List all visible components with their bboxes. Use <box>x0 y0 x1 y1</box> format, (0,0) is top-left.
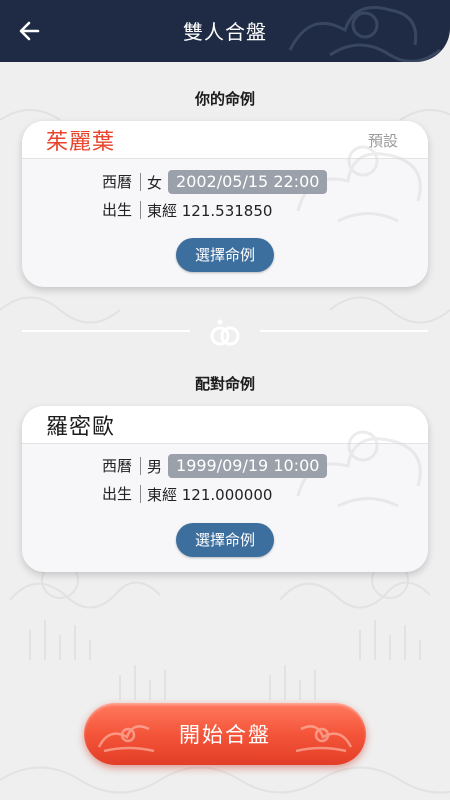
my-chart-card: 茱麗葉 預設 西曆 女 2002/05/15 22:00 出生 東經 121.5… <box>22 121 428 287</box>
partner-chart-name: 羅密歐 <box>46 415 116 440</box>
partner-chart-calendar-row: 西曆 男 1999/09/19 10:00 <box>102 453 328 479</box>
my-chart-select-button[interactable]: 選擇命例 <box>176 238 274 272</box>
partner-chart-location-row: 出生 東經 121.000000 <box>102 481 272 507</box>
start-button-label: 開始合盤 <box>179 723 271 747</box>
page-title: 雙人合盤 <box>183 20 267 44</box>
gender-value: 女 <box>147 173 163 192</box>
partner-chart-card: 羅密歐 西曆 男 1999/09/19 10:00 出生 東經 121.0000… <box>22 406 428 572</box>
start-matching-button[interactable]: 開始合盤 <box>84 703 366 765</box>
birth-label: 出生 <box>102 201 141 219</box>
gender-value: 男 <box>147 457 163 476</box>
my-chart-location-row: 出生 東經 121.531850 <box>102 197 272 223</box>
rings-icon <box>210 319 240 346</box>
longitude-value: 東經 121.531850 <box>147 201 273 220</box>
longitude-value: 東經 121.000000 <box>147 485 273 504</box>
calendar-label: 西曆 <box>102 457 141 475</box>
background-cloud-pattern <box>0 0 450 800</box>
app-header: 雙人合盤 <box>0 0 450 62</box>
calendar-label: 西曆 <box>102 173 141 191</box>
my-chart-calendar-row: 西曆 女 2002/05/15 22:00 <box>102 169 328 195</box>
partner-chart-section-label: 配對命例 <box>194 375 255 393</box>
my-chart-section-label: 你的命例 <box>194 90 255 108</box>
divider-left <box>22 330 190 332</box>
birth-datetime: 2002/05/15 22:00 <box>168 170 328 194</box>
birth-datetime: 1999/09/19 10:00 <box>168 454 328 478</box>
partner-chart-select-button[interactable]: 選擇命例 <box>176 523 274 557</box>
birth-label: 出生 <box>102 485 141 503</box>
divider-right <box>260 330 428 332</box>
my-chart-name: 茱麗葉 <box>46 130 116 155</box>
